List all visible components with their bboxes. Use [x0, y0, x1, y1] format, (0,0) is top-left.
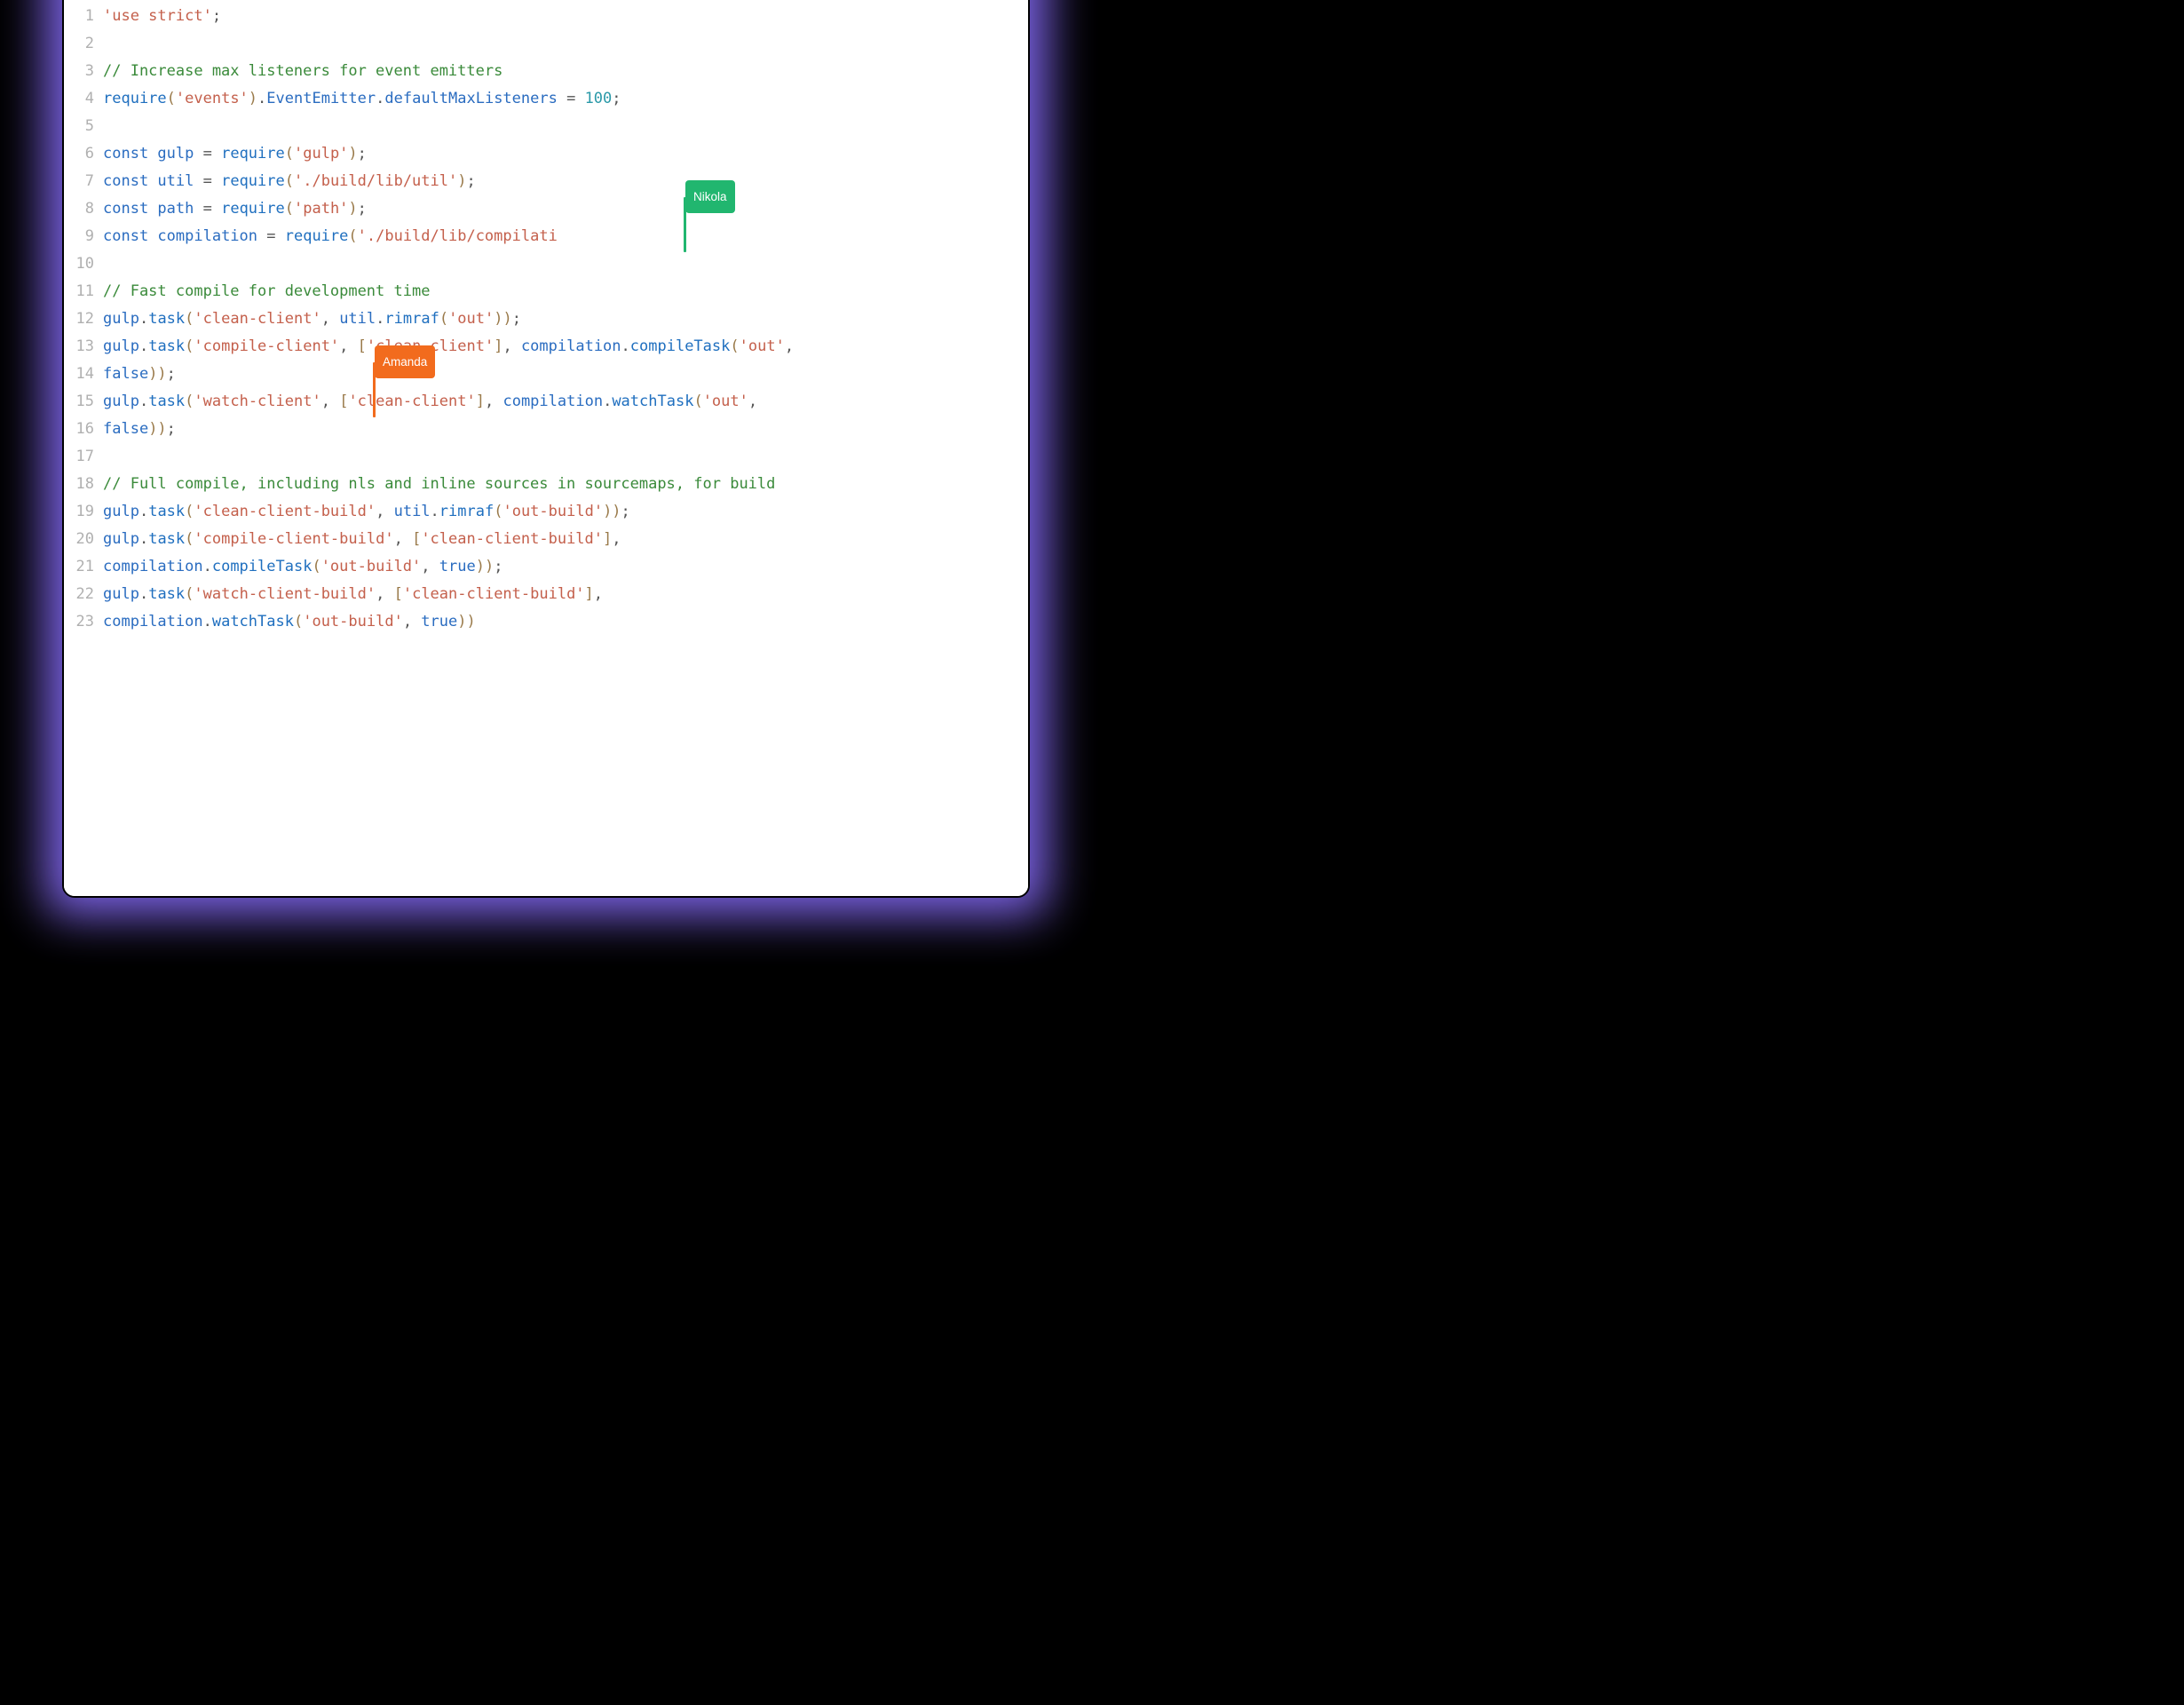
- line-number: 19: [64, 498, 94, 526]
- code-line[interactable]: [103, 113, 1016, 140]
- code-line[interactable]: gulp.task('clean-client', util.rimraf('o…: [103, 305, 1016, 333]
- code-line[interactable]: require('events').EventEmitter.defaultMa…: [103, 85, 1016, 113]
- line-number: 3: [64, 58, 94, 85]
- line-number: 11: [64, 278, 94, 305]
- line-number: 5: [64, 113, 94, 140]
- code-line[interactable]: gulp.task('watch-client-build', ['clean-…: [103, 581, 1016, 608]
- line-number: 9: [64, 223, 94, 250]
- line-number: 18: [64, 471, 94, 498]
- code-line[interactable]: compilation.watchTask('out-build', true)…: [103, 608, 1016, 636]
- line-number: 7: [64, 168, 94, 195]
- line-number: 22: [64, 581, 94, 608]
- line-number: 6: [64, 140, 94, 168]
- code-line[interactable]: const compilation = require('./build/lib…: [103, 223, 1016, 250]
- code-content[interactable]: 'use strict'; // Increase max listeners …: [103, 3, 1028, 884]
- code-line[interactable]: gulp.task('clean-client-build', util.rim…: [103, 498, 1016, 526]
- code-line[interactable]: // Fast compile for development time: [103, 278, 1016, 305]
- line-number-gutter: 1234567891011121314151617181920212223: [64, 3, 103, 884]
- code-line[interactable]: [103, 250, 1016, 278]
- line-number: 1: [64, 3, 94, 30]
- code-line[interactable]: false));: [103, 361, 1016, 388]
- line-number: 12: [64, 305, 94, 333]
- line-number: 23: [64, 608, 94, 636]
- line-number: 16: [64, 416, 94, 443]
- code-line[interactable]: gulp.task('watch-client', ['clean-client…: [103, 388, 1016, 416]
- line-number: 14: [64, 361, 94, 388]
- line-number: 13: [64, 333, 94, 361]
- remote-cursor-label-amanda: Amanda: [375, 345, 435, 378]
- code-line[interactable]: const util = require('./build/lib/util')…: [103, 168, 1016, 195]
- line-number: 2: [64, 30, 94, 58]
- editor-window: TS Index.jsx 123456789101112131415161718…: [62, 0, 1030, 898]
- code-line[interactable]: false));: [103, 416, 1016, 443]
- line-number: 4: [64, 85, 94, 113]
- code-line[interactable]: // Increase max listeners for event emit…: [103, 58, 1016, 85]
- line-number: 15: [64, 388, 94, 416]
- code-line[interactable]: 'use strict';: [103, 3, 1016, 30]
- code-line[interactable]: [103, 30, 1016, 58]
- code-line[interactable]: const path = require('path');: [103, 195, 1016, 223]
- code-line[interactable]: gulp.task('compile-client', ['clean-clie…: [103, 333, 1016, 361]
- line-number: 10: [64, 250, 94, 278]
- code-line[interactable]: gulp.task('compile-client-build', ['clea…: [103, 526, 1016, 553]
- code-editor[interactable]: 1234567891011121314151617181920212223 'u…: [64, 0, 1028, 896]
- line-number: 17: [64, 443, 94, 471]
- line-number: 21: [64, 553, 94, 581]
- code-line[interactable]: const gulp = require('gulp');: [103, 140, 1016, 168]
- remote-cursor-label-nikola: Nikola: [685, 180, 735, 213]
- code-line[interactable]: [103, 443, 1016, 471]
- code-line[interactable]: compilation.compileTask('out-build', tru…: [103, 553, 1016, 581]
- code-line[interactable]: // Full compile, including nls and inlin…: [103, 471, 1016, 498]
- line-number: 20: [64, 526, 94, 553]
- line-number: 8: [64, 195, 94, 223]
